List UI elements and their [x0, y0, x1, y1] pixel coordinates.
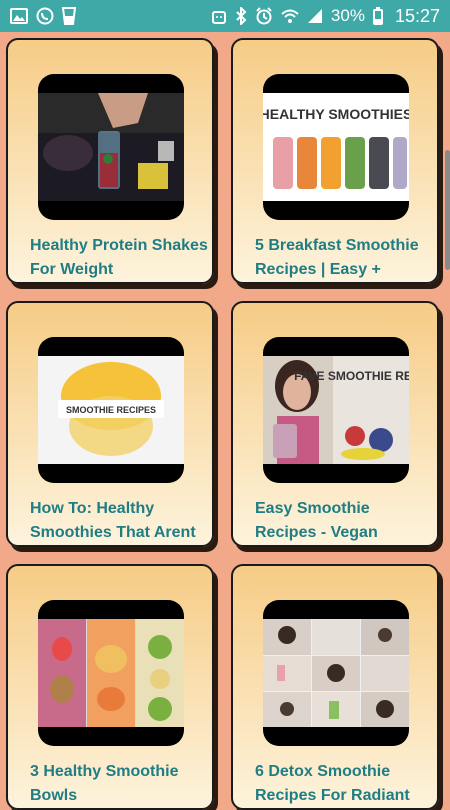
gallery-icon: [10, 8, 28, 24]
alarm-icon: [255, 7, 273, 25]
whatsapp-icon: [36, 7, 54, 25]
video-title: 3 Healthy Smoothie Bowls: [30, 763, 179, 804]
battery-percent: 30%: [330, 6, 365, 25]
video-card[interactable]: SMOOTHIE RECIPES How To: Healthy Smoothi…: [6, 301, 214, 547]
bluetooth-icon: [235, 7, 247, 25]
thumbnail-overlay-text: HEALTHY SMOOTHIES: [263, 106, 409, 122]
android-icon: [211, 8, 227, 24]
video-title: How To: Healthy Smoothies That Arent: [30, 500, 196, 541]
thumbnail-overlay-text: SMOOTHIE RECIPES: [66, 405, 156, 415]
video-card[interactable]: FAVE SMOOTHIE RECIPES Easy Smoothie Reci…: [231, 301, 439, 547]
fave-smoothie-thumbnail: FAVE SMOOTHIE RECIPES: [263, 356, 409, 464]
thumbnail-frame: FAVE SMOOTHIE RECIPES: [263, 337, 409, 483]
video-card[interactable]: 3 Healthy Smoothie Bowls: [6, 564, 214, 810]
thumbnail-overlay-text: FAVE SMOOTHIE RECIPES: [294, 369, 409, 383]
clock: 15:27: [394, 5, 440, 26]
battery-icon: [372, 7, 383, 25]
thumbnail-frame: [38, 74, 184, 220]
video-card[interactable]: 6 Detox Smoothie Recipes For Radiant: [231, 564, 439, 810]
detox-smoothie-thumbnail: [263, 619, 409, 727]
smoothie-recipes-thumbnail: SMOOTHIE RECIPES: [38, 356, 184, 464]
video-title: Easy Smoothie Recipes - Vegan: [255, 500, 378, 541]
smoothie-bowls-thumbnail: [38, 619, 184, 727]
thumbnail-frame: [38, 600, 184, 746]
signal-icon: [307, 8, 323, 24]
video-title: 5 Breakfast Smoothie Recipes | Easy +: [255, 237, 419, 278]
glass-icon: [62, 7, 76, 25]
thumbnail-frame: SMOOTHIE RECIPES: [38, 337, 184, 483]
video-title: Healthy Protein Shakes For Weight: [30, 237, 208, 278]
protein-shake-thumbnail: [38, 93, 184, 201]
video-card[interactable]: Healthy Protein Shakes For Weight: [6, 38, 214, 284]
video-card[interactable]: HEALTHY SMOOTHIES 5 Breakfast Smoothie R…: [231, 38, 439, 284]
status-bar: 30% 15:27: [0, 0, 450, 32]
thumbnail-frame: HEALTHY SMOOTHIES: [263, 74, 409, 220]
thumbnail-frame: [263, 600, 409, 746]
scrollbar[interactable]: [445, 150, 450, 270]
wifi-icon: [281, 8, 299, 24]
video-title: 6 Detox Smoothie Recipes For Radiant: [255, 763, 410, 804]
healthy-smoothies-thumbnail: HEALTHY SMOOTHIES: [263, 93, 409, 201]
